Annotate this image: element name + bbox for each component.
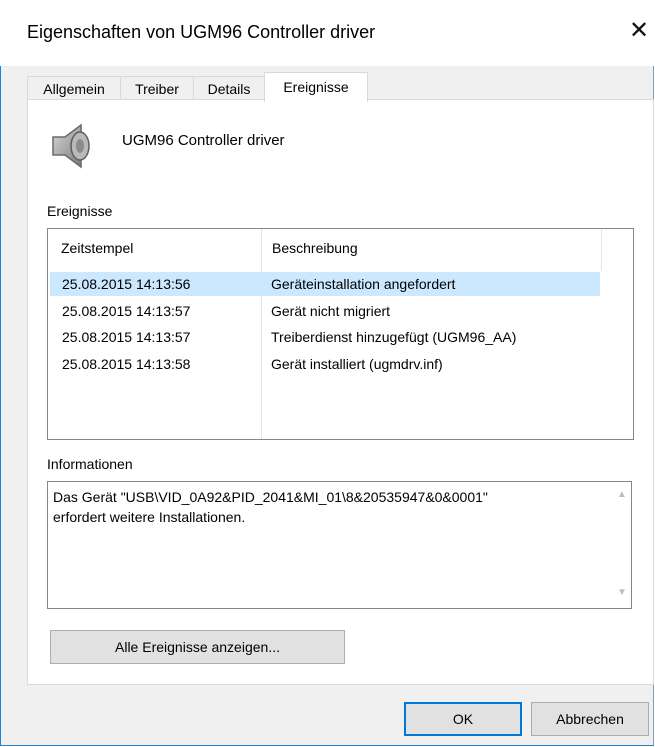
info-text: Das Gerät "USB\VID_0A92&PID_2041&MI_01\8… — [53, 489, 488, 525]
event-row[interactable]: 25.08.2015 14:13:56 Geräteinstallation a… — [50, 272, 600, 296]
column-header-description[interactable]: Beschreibung — [272, 240, 358, 256]
event-row[interactable]: 25.08.2015 14:13:57 Treiberdienst hinzug… — [50, 325, 600, 349]
events-list[interactable]: Zeitstempel Beschreibung 25.08.2015 14:1… — [47, 228, 634, 440]
event-description: Gerät installiert (ugmdrv.inf) — [271, 356, 443, 372]
ok-button[interactable]: OK — [404, 702, 522, 736]
tab-treiber[interactable]: Treiber — [120, 76, 194, 100]
event-row[interactable]: 25.08.2015 14:13:58 Gerät installiert (u… — [50, 352, 600, 376]
events-label: Ereignisse — [47, 203, 113, 219]
cancel-button[interactable]: Abbrechen — [531, 702, 649, 736]
tab-allgemein[interactable]: Allgemein — [27, 76, 121, 100]
column-header-timestamp[interactable]: Zeitstempel — [61, 240, 133, 256]
event-timestamp: 25.08.2015 14:13:57 — [62, 329, 191, 345]
tab-ereignisse[interactable]: Ereignisse — [264, 72, 368, 102]
event-timestamp: 25.08.2015 14:13:57 — [62, 303, 191, 319]
scroll-up-icon[interactable]: ▲ — [615, 487, 629, 503]
scroll-down-icon[interactable]: ▼ — [615, 585, 629, 601]
column-divider-end — [601, 229, 602, 271]
speaker-icon — [52, 123, 90, 169]
info-textbox[interactable]: Das Gerät "USB\VID_0A92&PID_2041&MI_01\8… — [47, 481, 632, 609]
event-description: Geräteinstallation angefordert — [271, 276, 456, 292]
close-icon[interactable]: ✕ — [628, 18, 650, 44]
title-bar: Eigenschaften von UGM96 Controller drive… — [0, 0, 655, 66]
show-all-events-button[interactable]: Alle Ereignisse anzeigen... — [50, 630, 345, 664]
window-title: Eigenschaften von UGM96 Controller drive… — [27, 22, 376, 42]
tab-details[interactable]: Details — [193, 76, 265, 100]
event-description: Gerät nicht migriert — [271, 303, 391, 319]
event-timestamp: 25.08.2015 14:13:56 — [62, 276, 191, 292]
scrollbar[interactable]: ▲ ▼ — [613, 482, 631, 608]
event-description: Treiberdienst hinzugefügt (UGM96_AA) — [271, 329, 517, 345]
event-row[interactable]: 25.08.2015 14:13:57 Gerät nicht migriert — [50, 299, 600, 323]
event-timestamp: 25.08.2015 14:13:58 — [62, 356, 191, 372]
device-name: UGM96 Controller driver — [122, 132, 285, 149]
info-label: Informationen — [47, 456, 133, 472]
